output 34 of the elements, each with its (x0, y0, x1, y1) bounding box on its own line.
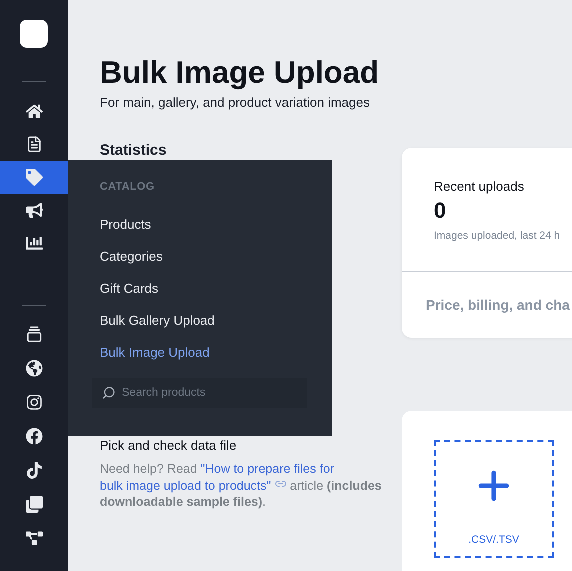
gallery-icon (26, 326, 42, 343)
menu-item[interactable]: Bulk Gallery Upload (100, 311, 215, 331)
document-icon (26, 136, 42, 153)
globe-icon (26, 360, 42, 377)
logo[interactable] (20, 20, 48, 48)
menu-item[interactable]: Products (100, 215, 152, 235)
stat-caption: Images uploaded, last 24 h (434, 230, 560, 242)
tiktok-icon (26, 462, 42, 479)
help-link[interactable]: "How to prepare files for (200, 462, 334, 476)
dropzone-label: .CSV/.TSV (468, 534, 520, 546)
search-icon (102, 386, 116, 400)
upload-heading: Pick and check data file (100, 438, 238, 453)
billing-heading: Price, billing, and cha (425, 296, 571, 315)
menu-item[interactable]: Gift Cards (100, 279, 159, 299)
stat-label: Recent uploads (434, 179, 524, 194)
bar-chart-icon (26, 235, 42, 252)
megaphone-icon (26, 202, 42, 219)
page-subtitle: For main, gallery, and product variation images (100, 95, 371, 110)
search-field[interactable]: Search products (92, 378, 307, 408)
menu-item[interactable]: Bulk Image Upload (100, 343, 210, 363)
menu-section-label: CATALOG (100, 181, 156, 193)
network-icon (26, 530, 42, 547)
page-title: Bulk Image Upload (100, 55, 380, 91)
section-heading: Statistics (100, 142, 168, 160)
stat-value: 0 (434, 198, 446, 224)
menu-item[interactable]: Categories (100, 247, 163, 267)
devices-icon (26, 496, 42, 513)
help-text: Need help? Read "How to prepare files for bulk image upload to products" article (includes downloadable sample files). (100, 461, 382, 510)
instagram-icon (26, 394, 42, 411)
tag-icon (26, 169, 42, 186)
help-link[interactable]: bulk image upload to products" (100, 478, 272, 492)
dropzone[interactable]: .CSV/.TSV (434, 440, 554, 558)
facebook-icon (26, 428, 42, 445)
home-icon (26, 103, 42, 120)
